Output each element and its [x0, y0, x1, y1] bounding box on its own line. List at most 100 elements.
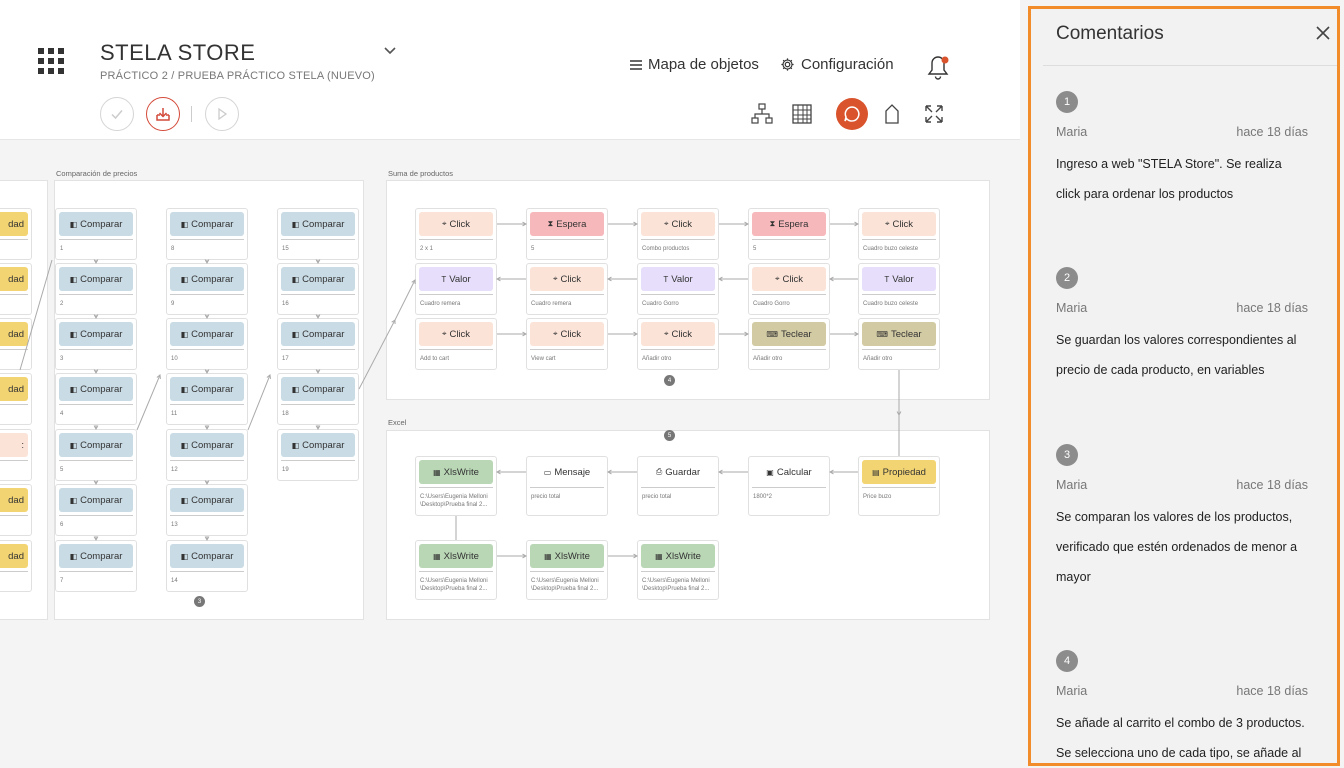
apps-grid-icon[interactable] — [38, 48, 64, 74]
node-caption: 5 — [60, 467, 64, 473]
node-type-icon: ⌖ — [774, 274, 780, 283]
node-divider — [419, 349, 493, 350]
flow-node[interactable]: ▦ XlsWrite C:\Users\Eugenia Melloni \Deskt… — [637, 540, 719, 600]
node-label: Valor — [671, 273, 693, 285]
node-type-icon: T — [441, 274, 447, 284]
node-caption: 18 — [282, 411, 289, 417]
flow-node[interactable]: ◧ Comparar 13 — [166, 484, 248, 536]
flow-node[interactable]: ⎙ Guardar precio total — [637, 456, 719, 516]
node-header: ⌖ Click — [530, 322, 604, 346]
flow-node[interactable]: ⌖ Click Combo productos — [637, 208, 719, 260]
flow-node[interactable]: dad — [0, 208, 32, 260]
comment-text: Se comparan los valores de los productos… — [1056, 510, 1298, 584]
node-label: Click — [782, 273, 804, 285]
flow-node[interactable]: ⌖ Click 2 x 1 — [415, 208, 497, 260]
flow-node[interactable]: ◧ Comparar 4 — [55, 373, 137, 425]
flow-node[interactable]: ◧ Comparar 9 — [166, 263, 248, 315]
node-caption: 1 — [60, 246, 64, 252]
flow-node[interactable]: ◧ Comparar 3 — [55, 318, 137, 370]
object-map-link[interactable]: Mapa de objetos — [630, 56, 759, 73]
workflow-canvas[interactable]: dad dad dad dad : dad dad Comparación de… — [0, 140, 1020, 768]
notification-bell-icon[interactable] — [924, 52, 952, 80]
flow-node[interactable]: ◧ Comparar 8 — [166, 208, 248, 260]
panel-divider — [1043, 65, 1337, 66]
chevron-down-icon[interactable] — [383, 44, 397, 58]
flow-node[interactable]: dad — [0, 373, 32, 425]
node-caption: Cuadro Gorro — [642, 301, 679, 307]
flow-node[interactable]: dad — [0, 263, 32, 315]
fullscreen-icon[interactable] — [920, 100, 948, 128]
flow-node[interactable]: ▤ Propiedad Price buzo — [858, 456, 940, 516]
flow-node[interactable]: ▦ XlsWrite C:\Users\Eugenia Melloni \Deskt… — [415, 456, 497, 516]
flow-node[interactable]: ⌖ Click Cuadro buzo celeste — [858, 208, 940, 260]
node-label: Comparar — [302, 328, 345, 340]
hierarchy-view-icon[interactable] — [748, 100, 776, 128]
node-label: Comparar — [191, 550, 234, 562]
comment-author: Maria — [1056, 684, 1088, 698]
node-header: ◧ Comparar — [59, 488, 133, 512]
flow-node[interactable]: ◧ Comparar 10 — [166, 318, 248, 370]
flow-node[interactable]: ⌖ Click Add to cart — [415, 318, 497, 370]
flow-node[interactable]: ⌨ Teclear Añadir otro — [858, 318, 940, 370]
node-label: dad — [0, 267, 28, 291]
flow-node[interactable]: dad — [0, 318, 32, 370]
flow-node[interactable]: ◧ Comparar 7 — [55, 540, 137, 592]
close-icon[interactable] — [1314, 24, 1332, 42]
node-type-icon: ⌖ — [441, 219, 447, 228]
flow-node[interactable]: ▭ Mensaje precio total — [526, 456, 608, 516]
flow-node[interactable]: ◧ Comparar 14 — [166, 540, 248, 592]
flow-node[interactable]: dad — [0, 484, 32, 536]
flow-node[interactable]: ◧ Comparar 19 — [277, 429, 359, 481]
flow-node[interactable]: ◧ Comparar 11 — [166, 373, 248, 425]
flow-node[interactable]: ◧ Comparar 15 — [277, 208, 359, 260]
flow-node[interactable]: ⧗ Espera 5 — [748, 208, 830, 260]
flow-node[interactable]: ⌖ Click View cart — [526, 318, 608, 370]
flow-node[interactable]: ◧ Comparar 18 — [277, 373, 359, 425]
node-type-icon: ⧗ — [547, 219, 554, 228]
node-label: Click — [449, 328, 471, 340]
flow-node[interactable]: T Valor Cuadro remera — [415, 263, 497, 315]
validate-button[interactable] — [100, 97, 134, 131]
flow-node[interactable]: ◧ Comparar 17 — [277, 318, 359, 370]
flow-node[interactable]: ⌖ Click Cuadro remera — [526, 263, 608, 315]
flow-node[interactable]: ◧ Comparar 2 — [55, 263, 137, 315]
flow-node[interactable]: T Valor Cuadro buzo celeste — [858, 263, 940, 315]
comment-item[interactable]: 4 Maria hace 18 días Se añade al carrito … — [1056, 650, 1308, 760]
node-caption: 2 x 1 — [420, 246, 434, 252]
node-caption: Cuadro Gorro — [753, 301, 790, 307]
comment-item[interactable]: 2 Maria hace 18 días Se guardan los valor… — [1056, 267, 1308, 377]
flow-node[interactable]: ◧ Comparar 5 — [55, 429, 137, 481]
flow-node[interactable]: dad — [0, 540, 32, 592]
flow-node[interactable]: ⌨ Teclear Añadir otro — [748, 318, 830, 370]
flow-node[interactable]: ◧ Comparar 16 — [277, 263, 359, 315]
comment-item[interactable]: 1 Maria hace 18 días Ingreso a web "STELA… — [1056, 91, 1308, 201]
table-view-icon[interactable] — [788, 100, 816, 128]
node-header: ⌖ Click — [641, 212, 715, 236]
node-caption: Cuadro remera — [420, 301, 461, 307]
flow-node[interactable]: ▦ XlsWrite C:\Users\Eugenia Melloni \Deskt… — [526, 540, 608, 600]
flow-node[interactable]: ⌖ Click Cuadro Gorro — [748, 263, 830, 315]
toolbar-divider — [191, 106, 192, 122]
flow-node[interactable]: ▦ XlsWrite C:\Users\Eugenia Melloni \Deskt… — [415, 540, 497, 600]
flow-node[interactable]: ◧ Comparar 6 — [55, 484, 137, 536]
node-label: dad — [0, 488, 28, 512]
flow-node[interactable]: ⌖ Click Añadir otro — [637, 318, 719, 370]
flow-node[interactable]: T Valor Cuadro Gorro — [637, 263, 719, 315]
settings-link[interactable]: Configuración — [780, 56, 894, 73]
flow-node[interactable]: ▣ Calcular 1800*2 — [748, 456, 830, 516]
save-button[interactable] — [146, 97, 180, 131]
node-divider — [419, 294, 493, 295]
comment-item[interactable]: 3 Maria hace 18 días Se comparan los valo… — [1056, 444, 1308, 584]
comments-toggle-icon[interactable] — [836, 98, 868, 130]
node-divider — [281, 239, 355, 240]
flow-node[interactable]: : — [0, 429, 32, 481]
tag-icon[interactable] — [878, 100, 906, 128]
comment-number: 3 — [1056, 444, 1078, 466]
flow-node[interactable]: ⧗ Espera 5 — [526, 208, 608, 260]
node-divider — [530, 487, 604, 488]
flow-node[interactable]: ◧ Comparar 1 — [55, 208, 137, 260]
node-label: dad — [0, 212, 28, 236]
flow-node[interactable]: ◧ Comparar 12 — [166, 429, 248, 481]
comment-author: Maria — [1056, 478, 1088, 492]
run-button[interactable] — [205, 97, 239, 131]
